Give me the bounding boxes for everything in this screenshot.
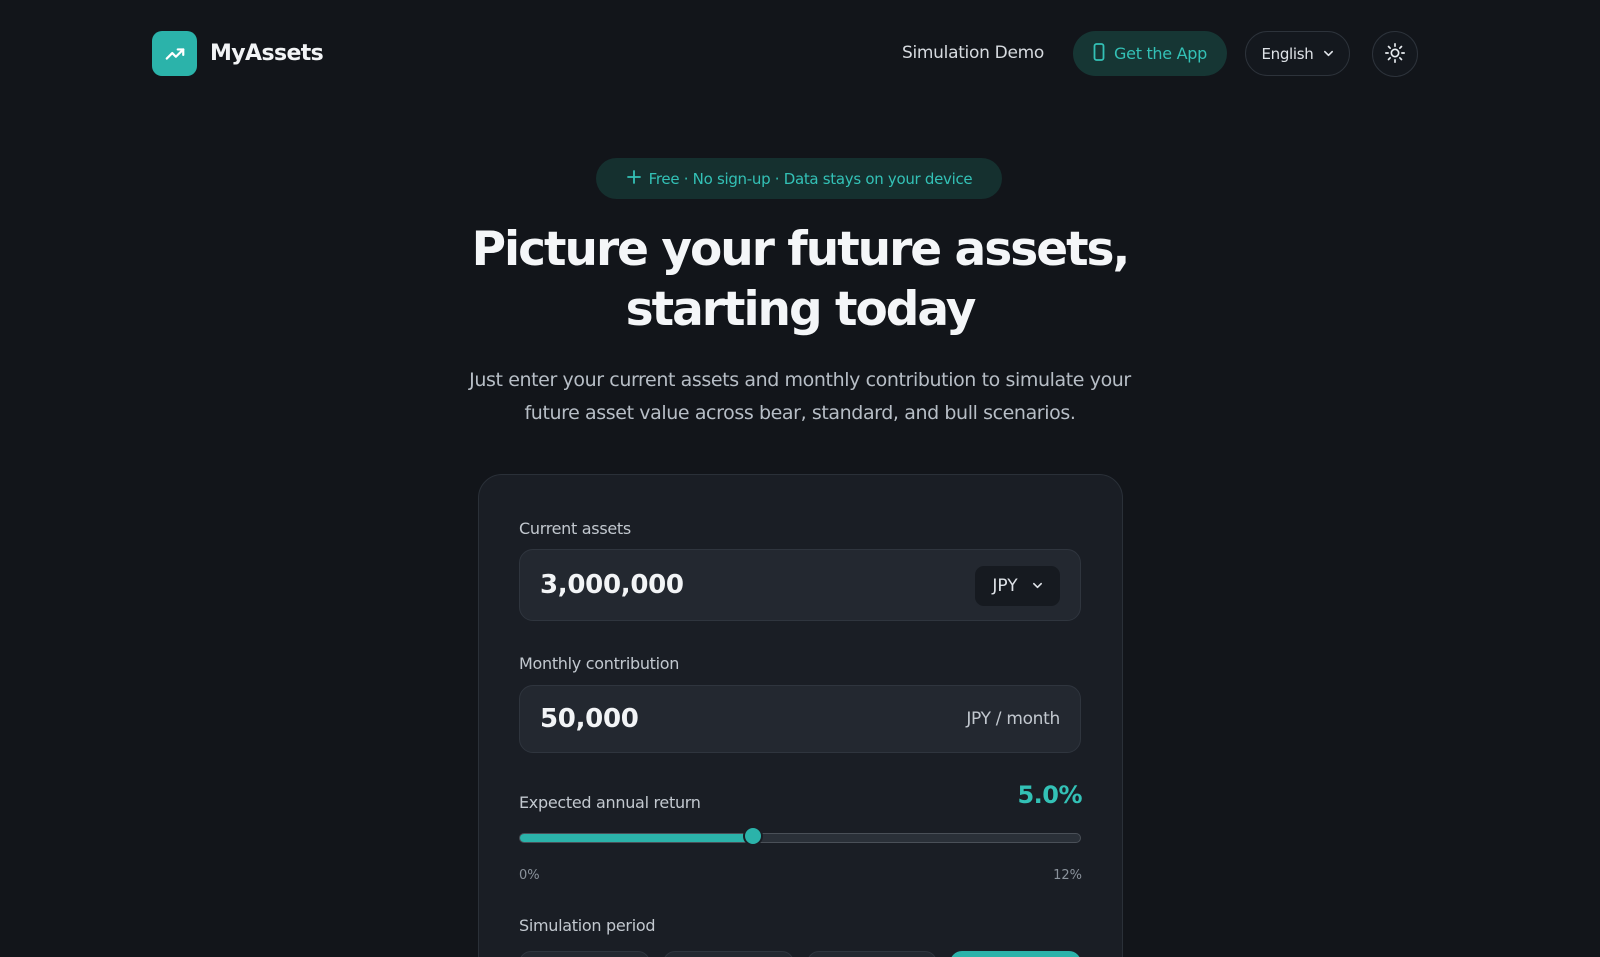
- language-select[interactable]: English: [1245, 31, 1350, 76]
- hero-subtitle-line-2: future asset value across bear, standard…: [524, 402, 1076, 424]
- current-assets-label: Current assets: [519, 519, 631, 538]
- feature-badge-text: Free · No sign-up · Data stays on your d…: [648, 169, 973, 188]
- page: MyAssets Simulation Demo Get the App Eng…: [0, 0, 1600, 957]
- simulation-form-card: Current assets 3,000,000 JPY Monthly con…: [478, 474, 1123, 957]
- period-option[interactable]: [806, 951, 938, 957]
- language-label: English: [1261, 44, 1314, 63]
- brand[interactable]: MyAssets: [152, 31, 324, 76]
- currency-label: JPY: [992, 576, 1018, 596]
- monthly-contribution-label: Monthly contribution: [519, 654, 680, 673]
- get-the-app-label: Get the App: [1114, 44, 1207, 63]
- return-slider-thumb[interactable]: [743, 826, 764, 846]
- nav-simulation-demo[interactable]: Simulation Demo: [902, 43, 1044, 63]
- feature-badge: Free · No sign-up · Data stays on your d…: [596, 158, 1002, 199]
- expected-return-value: 5.0%: [1017, 781, 1082, 809]
- hero-subtitle-line-1: Just enter your current assets and month…: [469, 369, 1131, 391]
- simulation-period-options: [519, 951, 1081, 957]
- period-option[interactable]: [519, 951, 650, 957]
- current-assets-value: 3,000,000: [540, 570, 684, 600]
- current-assets-field[interactable]: 3,000,000 JPY: [519, 549, 1081, 621]
- hero-title-line-1: Picture your future assets,: [471, 222, 1131, 277]
- plus-icon: [626, 169, 642, 189]
- sun-icon: [1384, 42, 1406, 67]
- theme-toggle-button[interactable]: [1372, 31, 1418, 77]
- brand-name: MyAssets: [210, 41, 324, 66]
- chevron-down-icon: [1032, 576, 1043, 596]
- return-slider-track[interactable]: [519, 833, 1081, 843]
- phone-icon: [1093, 42, 1105, 65]
- hero-title-line-2: starting today: [625, 282, 977, 337]
- chevron-down-icon: [1323, 45, 1334, 63]
- slider-min-label: 0%: [519, 868, 540, 883]
- currency-select[interactable]: JPY: [975, 566, 1060, 606]
- expected-return-label: Expected annual return: [519, 793, 701, 812]
- return-slider-fill: [520, 834, 755, 842]
- slider-max-label: 12%: [1053, 868, 1082, 883]
- hero-title: Picture your future assets, starting tod…: [0, 220, 1600, 340]
- period-option[interactable]: [950, 951, 1081, 957]
- simulation-period-label: Simulation period: [519, 916, 656, 935]
- monthly-contribution-field[interactable]: 50,000 JPY / month: [519, 685, 1081, 753]
- monthly-contribution-value: 50,000: [540, 704, 639, 734]
- trend-up-icon: [152, 31, 197, 76]
- period-option[interactable]: [662, 951, 794, 957]
- get-the-app-button[interactable]: Get the App: [1073, 31, 1227, 76]
- hero-subtitle: Just enter your current assets and month…: [450, 364, 1150, 430]
- monthly-unit: JPY / month: [966, 709, 1060, 729]
